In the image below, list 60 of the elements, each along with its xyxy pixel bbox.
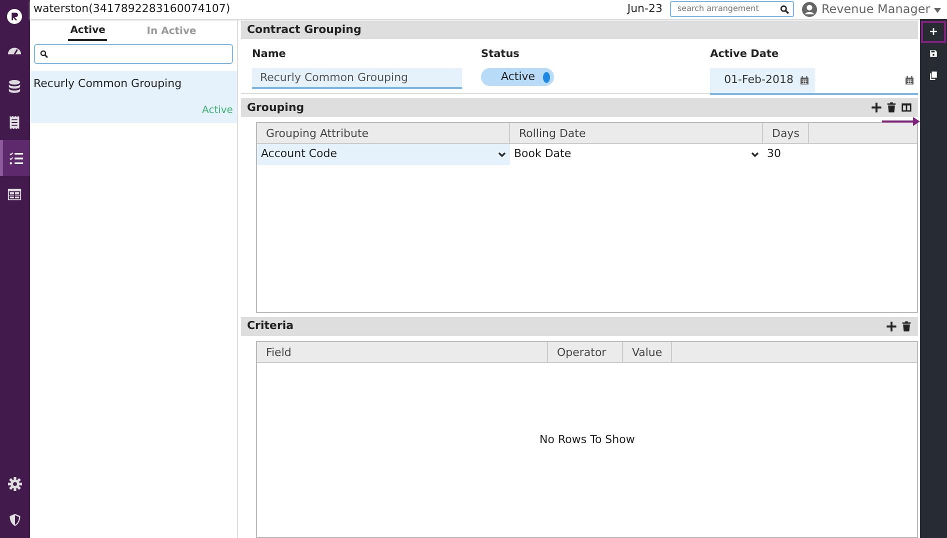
plus-icon [929,27,938,36]
section-header: Criteria [246,318,295,334]
user-avatar-icon [802,2,818,17]
delete-icon [901,321,912,332]
status-label: Active [201,104,233,118]
name-field[interactable]: Recurly Common Grouping [252,68,462,90]
toggle-label: Active [501,68,536,85]
logo [7,8,22,24]
search-icon [40,50,48,58]
toolbar-button[interactable] [921,20,946,43]
item-name: Recurly Common Grouping [34,76,183,92]
status-toggle[interactable]: Active [481,68,554,86]
field-label: Status [481,47,520,62]
chevron-icon [498,152,506,158]
column-header: Grouping Attribute [256,123,510,144]
nav-item[interactable] [0,140,30,176]
calendar-icon [905,76,914,86]
section-header: Contract Grouping [240,20,918,40]
dropdown-cell[interactable]: Account Code [256,144,510,166]
add-icon [871,102,882,114]
toolbar-button[interactable] [901,102,912,114]
period-label: Jun-23 [627,1,662,18]
add-icon [886,321,898,332]
section-header: Grouping [246,100,306,116]
field-label: Name [252,47,287,62]
checklist-icon [8,150,24,166]
column-header: Operator [548,342,623,362]
search-field[interactable]: search arrangement [670,1,794,18]
list-item[interactable]: Recurly Common Grouping Active [30,70,237,123]
toolbar-button[interactable] [886,102,898,114]
date-value: 01-Feb-2018 [724,72,794,88]
arrow-annotation [882,117,920,126]
table-icon [7,186,22,202]
field-label: Active Date [710,47,780,62]
delete-icon [886,102,898,114]
empty-message: No Rows To Show [540,432,635,448]
column-header: Rolling Date [510,123,763,144]
calendar-icon [800,76,810,86]
account-title: waterston(3417892283160074107) [34,1,232,18]
date-field[interactable]: 01-Feb-2018 [710,68,816,94]
column-header: Days [762,123,810,144]
search-field[interactable] [34,44,233,64]
column-header: Field [256,342,548,362]
caret-icon [934,8,941,13]
columns-icon [901,102,912,114]
shield-icon [8,513,22,527]
toolbar-button[interactable] [871,102,882,114]
database-icon [7,78,22,94]
table-cell-text: 30 [766,146,782,162]
toolbar-button[interactable] [886,321,898,332]
copy-icon [929,71,938,80]
search-icon [780,4,790,14]
column-header: Value [622,342,672,362]
toolbar-button[interactable] [901,321,912,332]
chevron-icon [750,152,759,158]
user-menu[interactable]: Revenue Manager [821,0,941,18]
tab[interactable]: Active [68,22,108,41]
save-icon [929,49,938,58]
settings-icon [8,477,22,491]
dropdown-cell[interactable]: Book Date [510,144,763,166]
